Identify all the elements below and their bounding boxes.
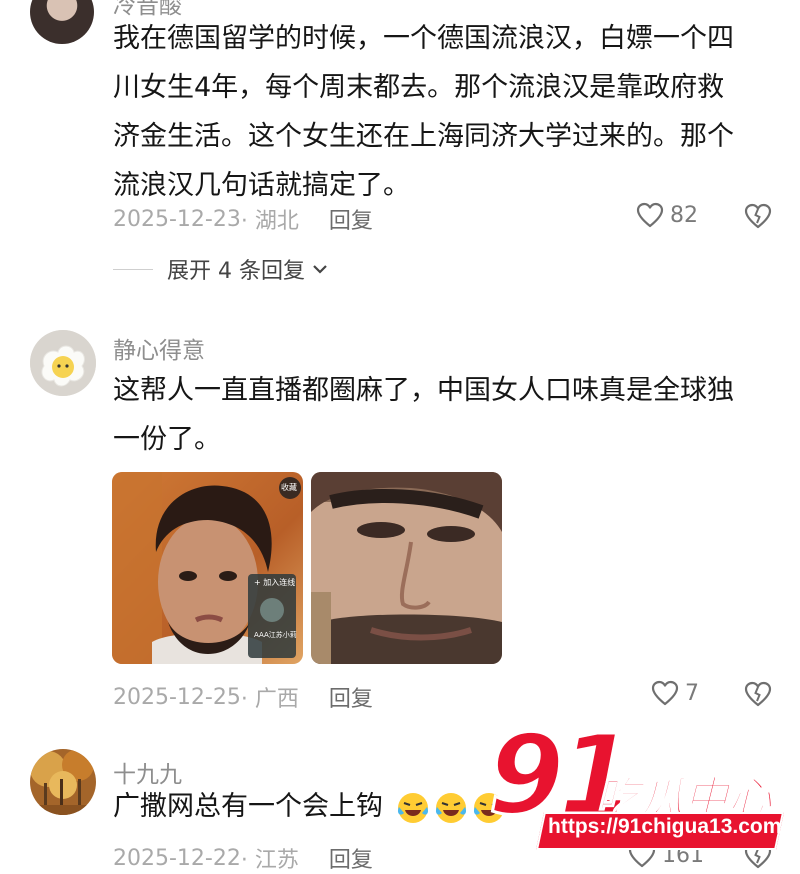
- expand-replies-button[interactable]: 展开 4 条回复: [113, 253, 329, 285]
- avatar[interactable]: [30, 330, 96, 396]
- expand-replies-label: 展开 4 条回复: [167, 259, 305, 284]
- comment-meta: 2025-12-22 · 江苏 回复: [113, 842, 373, 874]
- comment-location: · 江苏: [240, 848, 299, 873]
- photo-badge: 收藏: [281, 483, 297, 492]
- closeup-face-image: [311, 472, 502, 664]
- username[interactable]: 静心得意: [113, 331, 205, 365]
- comment-location: · 湖北: [240, 209, 299, 234]
- watermark-url-text: https://91chigua13.com: [548, 815, 782, 838]
- comment-line: 这帮人一直直播都圈麻了，中国女人口味真是全球独: [113, 375, 734, 406]
- laugh-cry-emoji-icon: [396, 791, 430, 825]
- join-call-label: + 加入连线: [254, 578, 296, 587]
- comment-text: 这帮人一直直播都圈麻了，中国女人口味真是全球独 一份了。: [113, 366, 734, 464]
- comment-line: 广撒网总有一个会上钩: [113, 791, 383, 822]
- comment-line: 我在德国留学的时候，一个德国流浪汉，白嫖一个四: [113, 23, 734, 54]
- chevron-down-icon: [313, 265, 327, 274]
- reply-button[interactable]: 回复: [329, 203, 373, 235]
- comment-date: 2025-12-25: [113, 684, 241, 710]
- comment-photo-1[interactable]: 收藏 + 加入连线 AAA江苏小莉: [112, 472, 303, 664]
- comment-meta: 2025-12-23 · 湖北 回复: [113, 203, 373, 235]
- laugh-cry-emoji-icon: [434, 791, 468, 825]
- like-button[interactable]: 82: [636, 202, 698, 228]
- reply-button[interactable]: 回复: [329, 681, 373, 713]
- heart-icon: [651, 680, 679, 706]
- like-count: 82: [670, 202, 698, 228]
- heart-icon: [636, 202, 664, 228]
- like-button[interactable]: 7: [651, 680, 699, 706]
- dislike-button[interactable]: [744, 681, 772, 711]
- autumn-trees-avatar-image: [30, 749, 96, 815]
- broken-heart-icon: [744, 203, 772, 229]
- comment-text: 广撒网总有一个会上钩: [113, 782, 506, 831]
- avatar[interactable]: [30, 749, 96, 815]
- divider: [113, 268, 153, 270]
- comment-photo-2[interactable]: [311, 472, 502, 664]
- viewer-caption: AAA江苏小莉: [254, 631, 297, 639]
- comment-date: 2025-12-22: [113, 845, 241, 871]
- reply-button[interactable]: 回复: [329, 842, 373, 874]
- comment-line: 济金生活。这个女生还在上海同济大学过来的。那个: [113, 121, 734, 152]
- comment-line: 一份了。: [113, 424, 221, 455]
- avatar[interactable]: [30, 0, 94, 44]
- comment-meta: 2025-12-25 · 广西 回复: [113, 681, 373, 713]
- comment-line: 川女生4年，每个周末都去。那个流浪汉是靠政府救: [113, 72, 725, 103]
- dislike-button[interactable]: [744, 203, 772, 233]
- like-count: 7: [685, 680, 699, 706]
- comment-text: 我在德国留学的时候，一个德国流浪汉，白嫖一个四 川女生4年，每个周末都去。那个流…: [113, 14, 734, 210]
- comment-date: 2025-12-23: [113, 206, 241, 232]
- broken-heart-icon: [744, 681, 772, 707]
- comment-location: · 广西: [240, 687, 299, 712]
- egg-avatar-image: [30, 330, 96, 396]
